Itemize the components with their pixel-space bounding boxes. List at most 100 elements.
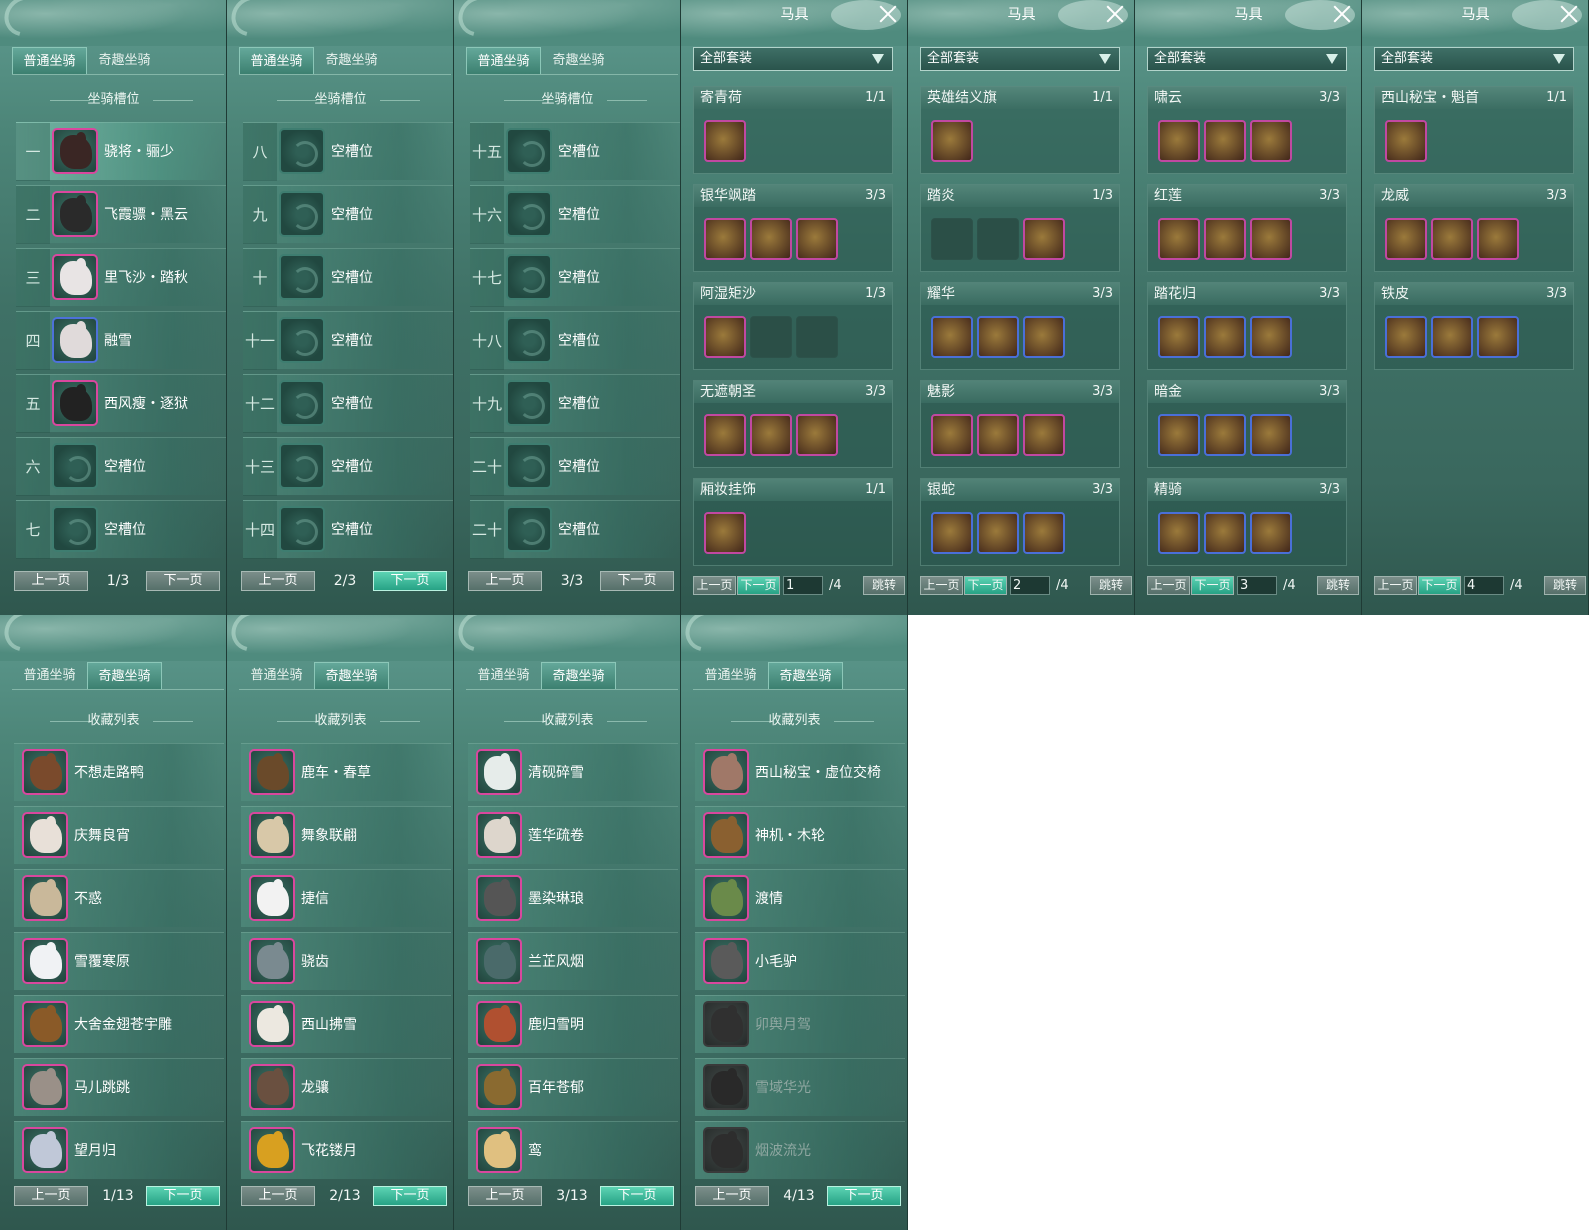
mount-slot-row[interactable]: 十 空槽位: [243, 248, 453, 307]
collection-row[interactable]: 雪域华光: [695, 1058, 905, 1116]
harness-piece-icon[interactable]: [1385, 218, 1427, 260]
harness-piece-icon[interactable]: [1158, 316, 1200, 358]
mount-slot[interactable]: [52, 443, 98, 489]
harness-piece-icon[interactable]: [1023, 414, 1065, 456]
harness-piece-icon[interactable]: [796, 414, 838, 456]
tab-normal-mounts[interactable]: 普通坐骑: [12, 662, 87, 689]
mount-slot[interactable]: [279, 128, 325, 174]
mount-slot[interactable]: [22, 749, 68, 795]
mount-slot-row[interactable]: 八 空槽位: [243, 122, 453, 181]
collection-row[interactable]: 不想走路鸭: [14, 743, 224, 801]
harness-piece-icon[interactable]: [977, 512, 1019, 554]
mount-slot[interactable]: [249, 812, 295, 858]
mount-slot[interactable]: [703, 812, 749, 858]
tab-fun-mounts[interactable]: 奇趣坐骑: [87, 47, 162, 74]
prev-page-button[interactable]: 上一页: [695, 1186, 769, 1206]
collection-row[interactable]: 雪覆寒原: [14, 932, 224, 990]
collection-row[interactable]: 飞花镂月: [241, 1121, 451, 1179]
next-page-button[interactable]: 下一页: [737, 576, 780, 595]
next-page-button[interactable]: 下一页: [146, 571, 220, 591]
collection-row[interactable]: 庆舞良宵: [14, 806, 224, 864]
collection-row[interactable]: 清砚碎雪: [468, 743, 678, 801]
mount-slot[interactable]: [476, 1127, 522, 1173]
prev-page-button[interactable]: 上一页: [241, 1186, 315, 1206]
mount-slot[interactable]: [22, 1064, 68, 1110]
harness-piece-icon[interactable]: [1023, 512, 1065, 554]
harness-piece-icon[interactable]: [1250, 316, 1292, 358]
mount-slot[interactable]: [52, 128, 98, 174]
harness-piece-icon[interactable]: [931, 316, 973, 358]
mount-slot-row[interactable]: 四 融雪: [16, 311, 226, 370]
tab-fun-mounts[interactable]: 奇趣坐骑: [541, 47, 616, 74]
prev-page-button[interactable]: 上一页: [241, 571, 315, 591]
harness-piece-icon[interactable]: [750, 414, 792, 456]
harness-piece-icon[interactable]: [750, 218, 792, 260]
harness-piece-icon[interactable]: [1385, 120, 1427, 162]
mount-slot[interactable]: [249, 875, 295, 921]
collection-row[interactable]: 百年苍郁: [468, 1058, 678, 1116]
mount-slot[interactable]: [249, 1064, 295, 1110]
next-page-button[interactable]: 下一页: [600, 1186, 674, 1206]
harness-piece-icon[interactable]: [1431, 218, 1473, 260]
prev-page-button[interactable]: 上一页: [693, 576, 736, 595]
prev-page-button[interactable]: 上一页: [468, 1186, 542, 1206]
mount-slot[interactable]: [476, 1064, 522, 1110]
harness-piece-icon[interactable]: [1158, 512, 1200, 554]
harness-piece-icon[interactable]: [931, 512, 973, 554]
collection-row[interactable]: 舞象联翩: [241, 806, 451, 864]
close-icon[interactable]: [1106, 5, 1124, 23]
tab-normal-mounts[interactable]: 普通坐骑: [466, 47, 541, 74]
mount-slot-row[interactable]: 十五 空槽位: [470, 122, 680, 181]
harness-piece-icon[interactable]: [1204, 414, 1246, 456]
mount-slot[interactable]: [22, 812, 68, 858]
mount-slot[interactable]: [249, 1001, 295, 1047]
collection-row[interactable]: 烟波流光: [695, 1121, 905, 1179]
harness-piece-icon[interactable]: [1204, 512, 1246, 554]
harness-piece-icon[interactable]: [704, 414, 746, 456]
next-page-button[interactable]: 下一页: [600, 571, 674, 591]
collection-row[interactable]: 龙骧: [241, 1058, 451, 1116]
prev-page-button[interactable]: 上一页: [1374, 576, 1417, 595]
collection-row[interactable]: 西山秘宝・虚位交椅: [695, 743, 905, 801]
close-icon[interactable]: [1560, 5, 1578, 23]
mount-slot[interactable]: [52, 380, 98, 426]
mount-slot-row[interactable]: 十四 空槽位: [243, 500, 453, 559]
mount-slot[interactable]: [703, 938, 749, 984]
mount-slot-row[interactable]: 二 飞霞骠・黑云: [16, 185, 226, 244]
next-page-button[interactable]: 下一页: [827, 1186, 901, 1206]
collection-row[interactable]: 莲华疏卷: [468, 806, 678, 864]
mount-slot[interactable]: [279, 506, 325, 552]
mount-slot[interactable]: [22, 875, 68, 921]
mount-slot[interactable]: [249, 749, 295, 795]
collection-row[interactable]: 神机・木轮: [695, 806, 905, 864]
collection-row[interactable]: 卯舆月驾: [695, 995, 905, 1053]
tab-fun-mounts[interactable]: 奇趣坐骑: [87, 662, 162, 689]
next-page-button[interactable]: 下一页: [373, 1186, 447, 1206]
harness-piece-icon[interactable]: [796, 218, 838, 260]
mount-slot[interactable]: [476, 875, 522, 921]
mount-slot-row[interactable]: 十一 空槽位: [243, 311, 453, 370]
collection-row[interactable]: 鸾: [468, 1121, 678, 1179]
prev-page-button[interactable]: 上一页: [468, 571, 542, 591]
collection-row[interactable]: 兰芷风烟: [468, 932, 678, 990]
next-page-button[interactable]: 下一页: [373, 571, 447, 591]
mount-slot[interactable]: [279, 380, 325, 426]
mount-slot[interactable]: [506, 128, 552, 174]
harness-piece-icon[interactable]: [704, 512, 746, 554]
set-filter-dropdown[interactable]: 全部套装: [693, 47, 893, 71]
mount-slot-row[interactable]: 十七 空槽位: [470, 248, 680, 307]
mount-slot[interactable]: [703, 1127, 749, 1173]
harness-piece-icon[interactable]: [1204, 316, 1246, 358]
harness-piece-icon[interactable]: [1385, 316, 1427, 358]
harness-piece-icon[interactable]: [1158, 120, 1200, 162]
tab-normal-mounts[interactable]: 普通坐骑: [12, 47, 87, 74]
collection-row[interactable]: 渡情: [695, 869, 905, 927]
set-filter-dropdown[interactable]: 全部套装: [1147, 47, 1347, 71]
mount-slot[interactable]: [506, 191, 552, 237]
mount-slot[interactable]: [279, 443, 325, 489]
prev-page-button[interactable]: 上一页: [920, 576, 963, 595]
page-input[interactable]: 4: [1464, 576, 1504, 595]
harness-piece-icon[interactable]: [1250, 218, 1292, 260]
mount-slot[interactable]: [703, 875, 749, 921]
mount-slot-row[interactable]: 十六 空槽位: [470, 185, 680, 244]
